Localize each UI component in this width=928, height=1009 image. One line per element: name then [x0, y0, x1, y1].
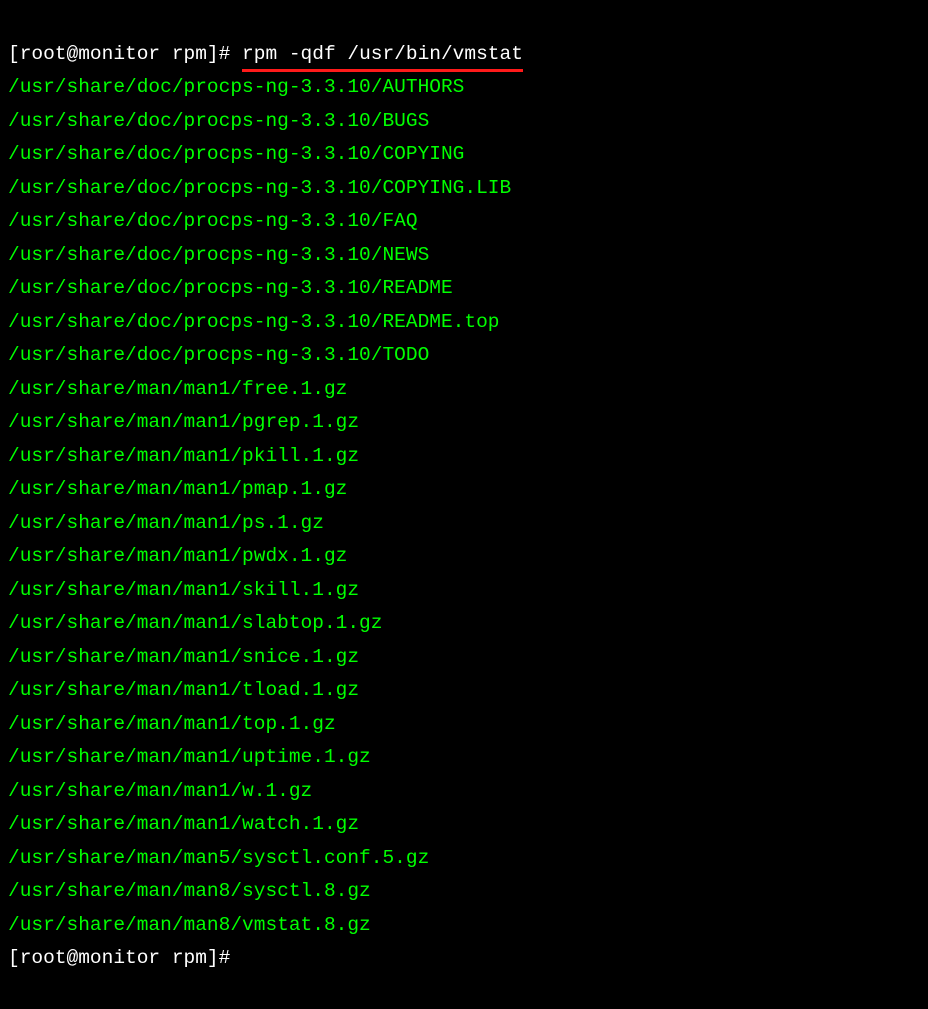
output-line: /usr/share/doc/procps-ng-3.3.10/FAQ — [8, 205, 920, 239]
output-line: /usr/share/man/man1/ps.1.gz — [8, 507, 920, 541]
output-line: /usr/share/man/man1/tload.1.gz — [8, 674, 920, 708]
output-line: /usr/share/man/man1/pwdx.1.gz — [8, 540, 920, 574]
output-line: /usr/share/man/man1/snice.1.gz — [8, 641, 920, 675]
output-line: /usr/share/doc/procps-ng-3.3.10/TODO — [8, 339, 920, 373]
output-line: /usr/share/man/man1/skill.1.gz — [8, 574, 920, 608]
output-line: /usr/share/doc/procps-ng-3.3.10/NEWS — [8, 239, 920, 273]
output-line: /usr/share/doc/procps-ng-3.3.10/COPYING — [8, 138, 920, 172]
output-line: /usr/share/doc/procps-ng-3.3.10/README — [8, 272, 920, 306]
typed-command: rpm -qdf /usr/bin/vmstat — [242, 43, 523, 65]
output-line: /usr/share/man/man1/w.1.gz — [8, 775, 920, 809]
terminal-output[interactable]: [root@monitor rpm]# rpm -qdf /usr/bin/vm… — [8, 4, 920, 1009]
output-line: /usr/share/man/man1/free.1.gz — [8, 373, 920, 407]
output-line: /usr/share/man/man1/pgrep.1.gz — [8, 406, 920, 440]
output-line: /usr/share/man/man8/sysctl.8.gz — [8, 875, 920, 909]
annotation-underline — [242, 69, 523, 72]
output-line: /usr/share/man/man1/pmap.1.gz — [8, 473, 920, 507]
output-line: /usr/share/man/man1/pkill.1.gz — [8, 440, 920, 474]
output-line: /usr/share/man/man8/vmstat.8.gz — [8, 909, 920, 943]
prompt-line-1: [root@monitor rpm]# rpm -qdf /usr/bin/vm… — [8, 38, 920, 72]
shell-prompt: [root@monitor rpm]# — [8, 947, 242, 969]
prompt-line-2[interactable]: [root@monitor rpm]# — [8, 942, 920, 976]
output-line: /usr/share/man/man1/uptime.1.gz — [8, 741, 920, 775]
output-line: /usr/share/doc/procps-ng-3.3.10/BUGS — [8, 105, 920, 139]
output-line: /usr/share/doc/procps-ng-3.3.10/AUTHORS — [8, 71, 920, 105]
output-line: /usr/share/doc/procps-ng-3.3.10/COPYING.… — [8, 172, 920, 206]
output-line: /usr/share/man/man5/sysctl.conf.5.gz — [8, 842, 920, 876]
output-line: /usr/share/man/man1/watch.1.gz — [8, 808, 920, 842]
command-wrap: rpm -qdf /usr/bin/vmstat — [242, 38, 523, 72]
shell-prompt: [root@monitor rpm]# — [8, 43, 242, 65]
output-line: /usr/share/doc/procps-ng-3.3.10/README.t… — [8, 306, 920, 340]
output-line: /usr/share/man/man1/slabtop.1.gz — [8, 607, 920, 641]
output-line: /usr/share/man/man1/top.1.gz — [8, 708, 920, 742]
